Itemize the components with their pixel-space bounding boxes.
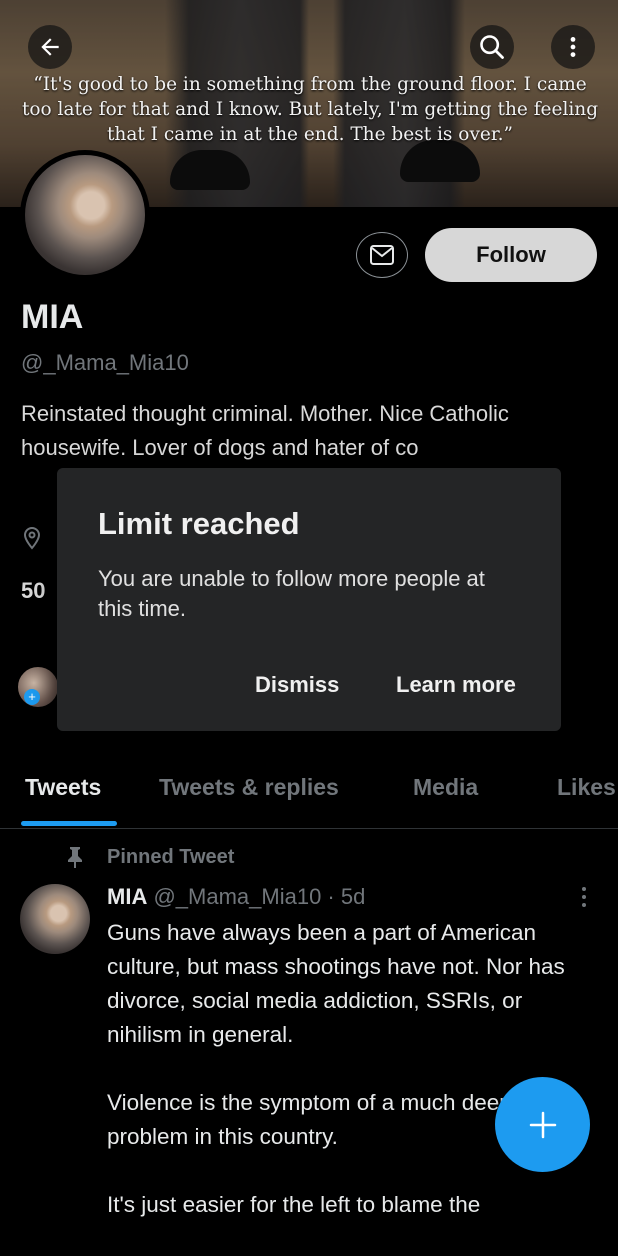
- location-icon: [23, 526, 41, 550]
- tweet-paragraph: It's just easier for the left to blame t…: [107, 1192, 481, 1217]
- tweet-author-name: MIA: [107, 884, 148, 909]
- dialog-title: Limit reached: [98, 506, 300, 541]
- tweet-more-icon[interactable]: [576, 884, 592, 910]
- pin-icon: [68, 847, 82, 868]
- learn-more-button[interactable]: Learn more: [396, 672, 516, 698]
- followers-you-know-avatar[interactable]: +: [16, 665, 60, 709]
- compose-tweet-button[interactable]: [495, 1077, 590, 1172]
- avatar-image: [25, 155, 145, 275]
- tweet-paragraph: Guns have always been a part of American…: [107, 920, 565, 1047]
- search-icon: [480, 35, 504, 59]
- profile-name: MIA: [21, 298, 84, 336]
- limit-reached-dialog: Limit reached You are unable to follow m…: [57, 468, 561, 731]
- tab-media[interactable]: Media: [413, 774, 478, 801]
- tweet-author-meta: @_Mama_Mia10 · 5d: [153, 884, 366, 909]
- message-button[interactable]: [356, 232, 408, 278]
- search-button[interactable]: [470, 25, 514, 69]
- plus-icon: [529, 1111, 556, 1138]
- more-options-button[interactable]: [551, 25, 595, 69]
- tweet-author-avatar[interactable]: [20, 884, 90, 954]
- tab-tweets[interactable]: Tweets: [25, 774, 101, 801]
- tab-tweets-replies[interactable]: Tweets & replies: [159, 774, 339, 801]
- envelope-icon: [370, 245, 394, 265]
- profile-avatar[interactable]: [20, 150, 150, 280]
- follow-button[interactable]: Follow: [425, 228, 597, 282]
- arrow-left-icon: [41, 38, 59, 56]
- tweet-header[interactable]: MIA @_Mama_Mia10 · 5d: [107, 884, 365, 910]
- tab-likes[interactable]: Likes: [557, 774, 616, 801]
- dialog-message: You are unable to follow more people at …: [98, 566, 485, 621]
- following-count[interactable]: 50: [21, 578, 45, 604]
- profile-tabs: Tweets Tweets & replies Media Likes: [0, 760, 618, 829]
- pinned-tweet-label: Pinned Tweet: [107, 846, 235, 868]
- banner-quote: “It's good to be in something from the g…: [21, 74, 599, 145]
- dismiss-button[interactable]: Dismiss: [255, 672, 339, 698]
- plus-badge-icon: +: [24, 689, 40, 705]
- profile-bio: Reinstated thought criminal. Mother. Nic…: [21, 401, 509, 460]
- more-vertical-icon: [570, 37, 576, 57]
- active-tab-indicator: [21, 821, 117, 826]
- back-button[interactable]: [28, 25, 72, 69]
- profile-handle: @_Mama_Mia10: [21, 350, 189, 375]
